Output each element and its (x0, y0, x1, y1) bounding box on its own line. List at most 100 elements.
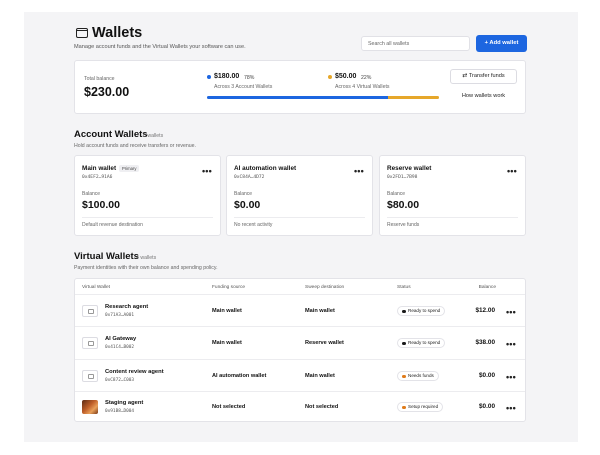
balance-label: Balance (234, 191, 253, 197)
account-total-amount: $180.00 (214, 73, 240, 80)
page-title: Wallets (92, 25, 143, 41)
row-sweep-destination: Not selected (305, 404, 339, 410)
table-row[interactable]: AI Gateway 0x41C4…B002 Main wallet Reser… (75, 326, 525, 359)
row-balance: $38.00 (475, 339, 495, 346)
row-sweep-destination: Main wallet (305, 373, 335, 379)
account-wallet-card[interactable]: Main wallet Primary ••• 0x4EF2…91A6 Bala… (74, 155, 221, 236)
account-wallet-card[interactable]: Reserve wallet ••• 0x2FD1…7B98 Balance $… (379, 155, 526, 236)
status-badge: Needs funds (397, 371, 439, 381)
account-share-segment (207, 96, 388, 99)
row-wallet-address: 0x91B8…D004 (105, 409, 135, 414)
more-horizontal-icon[interactable]: ••• (506, 373, 516, 382)
row-balance: $0.00 (479, 372, 495, 379)
wallet-balance: $0.00 (234, 199, 261, 211)
status-badge: Setup required (397, 402, 444, 412)
wallet-balance: $100.00 (82, 199, 120, 211)
card-divider (387, 217, 518, 218)
more-horizontal-icon[interactable]: ••• (507, 167, 517, 176)
wallet-address: 0x2FD1…7B98 (387, 175, 418, 180)
table-row[interactable]: Staging agent 0x91B8…D004 Not selected N… (75, 391, 525, 422)
row-sweep-destination: Reserve wallet (305, 340, 344, 346)
wallet-address: 0xC84A…4D72 (234, 175, 265, 180)
wallet-image-thumbnail (82, 400, 98, 414)
row-balance: $0.00 (479, 403, 495, 410)
wallet-thumbnail-icon (82, 337, 98, 349)
row-wallet-address: 0x41C4…B002 (105, 345, 135, 350)
total-balance-value: $230.00 (84, 85, 130, 99)
column-header: Balance (478, 285, 496, 290)
wallet-balance: $80.00 (387, 199, 420, 211)
page-subtitle: Manage account funds and the Virtual Wal… (74, 44, 246, 50)
column-header: Funding source (212, 285, 246, 290)
row-wallet-name: Research agent (105, 304, 149, 310)
account-total-caption: Across 3 Account Wallets (214, 84, 273, 90)
status-badge: Ready to spend (397, 306, 446, 316)
status-dot (402, 374, 406, 378)
virtual-wallets-table: Virtual Wallet Funding source Sweep dest… (74, 278, 526, 422)
virtual-total-amount: $50.00 (335, 73, 357, 80)
table-row[interactable]: Content review agent 0xC872…C003 AI auto… (75, 359, 525, 391)
row-sweep-destination: Main wallet (305, 308, 335, 314)
wallet-name: AI automation wallet (234, 165, 297, 172)
wallet-name: Main wallet (82, 165, 117, 172)
account-wallet-card[interactable]: AI automation wallet ••• 0xC84A…4D72 Bal… (226, 155, 373, 236)
row-funding-source: Not selected (212, 404, 246, 410)
more-horizontal-icon[interactable]: ••• (202, 167, 212, 176)
balance-label: Balance (82, 191, 101, 197)
account-legend-dot (207, 75, 211, 79)
row-balance: $12.00 (475, 307, 495, 314)
wallet-address: 0x4EF2…91A6 (82, 175, 113, 180)
row-wallet-name: Staging agent (105, 400, 144, 406)
column-header: Sweep destination (305, 285, 345, 290)
status-label: Needs funds (408, 373, 434, 378)
status-label: Setup required (408, 404, 439, 409)
row-funding-source: Main wallet (212, 308, 242, 314)
total-balance-label: Total balance (84, 76, 115, 82)
row-wallet-name: AI Gateway (105, 336, 137, 342)
row-funding-source: AI automation wallet (212, 373, 267, 379)
virtual-wallets-title: Virtual Wallets (74, 251, 139, 262)
wallet-footnote: Default revenue destination (82, 222, 143, 228)
how-wallets-work-button[interactable]: How wallets work (450, 89, 517, 103)
balance-split-bar (207, 96, 439, 99)
card-divider (234, 217, 365, 218)
row-funding-source: Main wallet (212, 340, 242, 346)
virtual-share-segment (387, 96, 439, 99)
transfer-funds-label: Transfer funds (468, 73, 505, 79)
table-row[interactable]: Research agent 0x71A3…A001 Main wallet M… (75, 294, 525, 326)
wallet-footnote: No recent activity (234, 222, 273, 228)
status-badge: Ready to spend (397, 338, 446, 348)
transfer-funds-button[interactable]: ⇄ Transfer funds (450, 69, 517, 84)
virtual-wallets-subtitle: Payment identities with their own balanc… (74, 265, 218, 271)
row-wallet-address: 0xC872…C003 (105, 378, 135, 383)
wallet-footnote: Reserve funds (387, 222, 420, 228)
virtual-total-percent: 22% (361, 74, 372, 81)
search-input[interactable]: Search all wallets (361, 36, 470, 51)
virtual-wallets-count: 4 wallets (136, 255, 157, 261)
status-label: Ready to spend (408, 340, 441, 345)
wallet-thumbnail-icon (82, 305, 98, 317)
account-wallets-title: Account Wallets (74, 129, 148, 140)
more-horizontal-icon[interactable]: ••• (506, 308, 516, 317)
transfer-arrows-icon: ⇄ (462, 73, 468, 79)
add-wallet-button[interactable]: + Add wallet (476, 35, 527, 52)
account-total-percent: 78% (244, 74, 255, 81)
account-wallets-subtitle: Hold account funds and receive transfers… (74, 143, 196, 149)
more-horizontal-icon[interactable]: ••• (506, 404, 516, 413)
primary-badge: Primary (119, 165, 140, 172)
account-wallets-count: 3 wallets (143, 133, 164, 139)
wallet-name: Reserve wallet (387, 165, 432, 172)
status-dot (402, 341, 406, 345)
column-header: Virtual Wallet (82, 285, 110, 290)
status-label: Ready to spend (408, 308, 441, 313)
wallet-icon (76, 28, 88, 38)
balance-label: Balance (387, 191, 406, 197)
row-wallet-address: 0x71A3…A001 (105, 313, 135, 318)
status-dot (402, 309, 406, 313)
column-header: Status (397, 285, 411, 290)
more-horizontal-icon[interactable]: ••• (354, 167, 364, 176)
card-divider (82, 217, 213, 218)
more-horizontal-icon[interactable]: ••• (506, 340, 516, 349)
row-wallet-name: Content review agent (105, 369, 164, 375)
status-dot (402, 405, 406, 409)
